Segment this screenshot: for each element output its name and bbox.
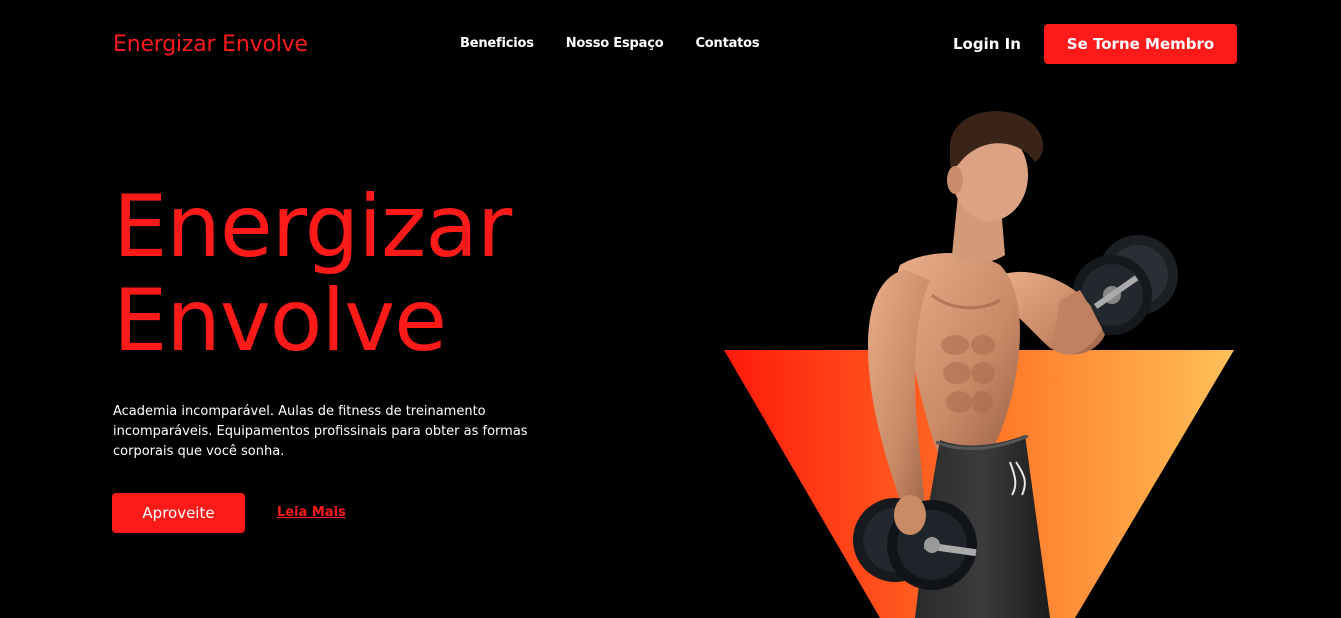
join-button[interactable]: Se Torne Membro: [1044, 24, 1237, 64]
hero-title-line-2: Envolve: [113, 271, 447, 371]
hero-description: Academia incomparável. Aulas de fitness …: [113, 404, 528, 459]
hero-title: Energizar Envolve: [113, 177, 512, 371]
site-logo[interactable]: Energizar Envolve: [113, 32, 308, 57]
read-more-link[interactable]: Leia Mais: [277, 505, 346, 520]
main-nav: Beneficios Nosso Espaço Contatos: [460, 36, 760, 51]
nav-item-beneficios[interactable]: Beneficios: [460, 36, 534, 51]
hero-image: [700, 90, 1260, 618]
nav-item-nosso-espaco[interactable]: Nosso Espaço: [566, 36, 664, 51]
landing-page: Energizar Envolve Beneficios Nosso Espaç…: [0, 0, 1341, 618]
login-link[interactable]: Login In: [953, 35, 1021, 53]
hero-title-line-1: Energizar: [113, 177, 512, 277]
nav-item-contatos[interactable]: Contatos: [695, 36, 759, 51]
athlete-illustration: [724, 111, 1234, 618]
cta-button[interactable]: Aproveite: [112, 493, 245, 533]
